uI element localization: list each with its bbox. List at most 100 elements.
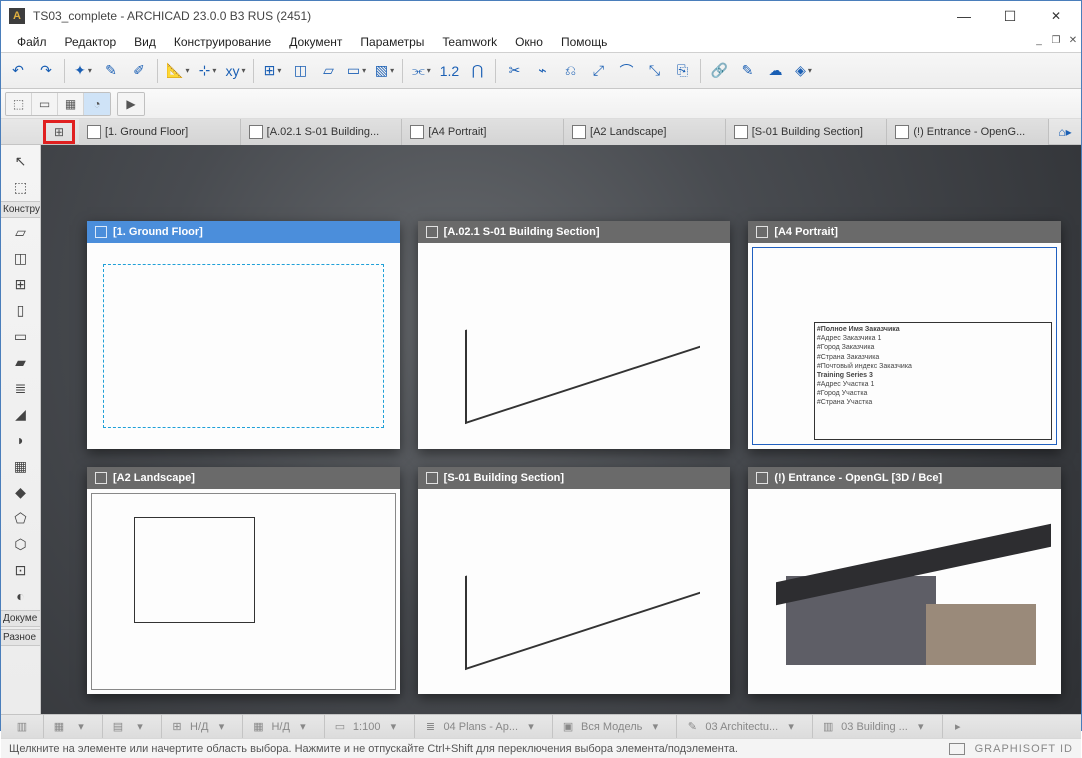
chevron-down-icon[interactable]: ▾ bbox=[212, 718, 230, 736]
penset-icon[interactable]: ✎ bbox=[683, 718, 701, 736]
tile-a2-landscape[interactable]: [A2 Landscape] bbox=[87, 467, 400, 695]
slab-tool[interactable]: ▰ bbox=[6, 350, 36, 374]
tile-a021-section[interactable]: [A.02.1 S-01 Building Section] bbox=[418, 221, 731, 449]
undo-button[interactable]: ↶ bbox=[5, 58, 31, 84]
status-icon[interactable]: ▦ bbox=[50, 718, 68, 736]
coord-button[interactable]: xy bbox=[222, 58, 248, 84]
intersect-button[interactable]: ⤢ bbox=[585, 58, 611, 84]
menu-file[interactable]: Файл bbox=[9, 33, 55, 51]
tile-ground-floor[interactable]: [1. Ground Floor] bbox=[87, 221, 400, 449]
adjust-button[interactable]: ⎌ bbox=[557, 58, 583, 84]
arrow-button[interactable]: ▶ bbox=[118, 93, 144, 115]
chevron-down-icon[interactable]: ▾ bbox=[294, 718, 312, 736]
scale-icon[interactable]: ▭ bbox=[331, 718, 349, 736]
model-icon[interactable]: ▣ bbox=[559, 718, 577, 736]
stair-tool[interactable]: ≣ bbox=[6, 376, 36, 400]
cube-button[interactable]: ◈ bbox=[790, 58, 816, 84]
tab-ground-floor[interactable]: [1. Ground Floor] bbox=[79, 119, 241, 145]
menu-view[interactable]: Вид bbox=[126, 33, 164, 51]
status-icon[interactable]: ▤ bbox=[109, 718, 127, 736]
minimize-button[interactable]: — bbox=[941, 1, 987, 31]
selmode-4-button[interactable]: ◔ bbox=[84, 93, 110, 115]
chevron-down-icon[interactable]: ▾ bbox=[72, 718, 90, 736]
guides-button[interactable]: ⊹ bbox=[194, 58, 220, 84]
dim-button[interactable]: 1.2 bbox=[436, 58, 462, 84]
tile-a4-portrait[interactable]: [A4 Portrait] #Полное Имя Заказчика #Адр… bbox=[748, 221, 1061, 449]
tab-a4-portrait[interactable]: [A4 Portrait] bbox=[402, 119, 564, 145]
fillet-button[interactable]: ⌒ bbox=[613, 58, 639, 84]
selmode-1-button[interactable]: ⬚ bbox=[6, 93, 32, 115]
link-button[interactable]: 🔗 bbox=[706, 58, 732, 84]
layer-button[interactable]: ▭ bbox=[343, 58, 369, 84]
status-icon[interactable]: ⊞ bbox=[168, 718, 186, 736]
reno-icon[interactable]: ▥ bbox=[819, 718, 837, 736]
marquee-button[interactable]: ▧ bbox=[371, 58, 397, 84]
status-icon[interactable]: ▥ bbox=[13, 718, 31, 736]
chevron-down-icon[interactable]: ▾ bbox=[384, 718, 402, 736]
tile-s01-section[interactable]: [S-01 Building Section] bbox=[418, 467, 731, 695]
syringe-button[interactable]: ✐ bbox=[126, 58, 152, 84]
tab-entrance-3d[interactable]: (!) Entrance - OpenG... bbox=[887, 119, 1049, 145]
plane-button[interactable]: ▱ bbox=[315, 58, 341, 84]
marquee-tool[interactable]: ⬚ bbox=[6, 175, 36, 199]
chevron-down-icon[interactable]: ▾ bbox=[782, 718, 800, 736]
menu-window[interactable]: Окно bbox=[507, 33, 551, 51]
chevron-right-icon[interactable]: ▸ bbox=[949, 718, 967, 736]
snap-button[interactable]: ◫ bbox=[287, 58, 313, 84]
chevron-down-icon[interactable]: ▾ bbox=[646, 718, 664, 736]
window-tool[interactable]: ⊞ bbox=[6, 272, 36, 296]
maximize-button[interactable]: ☐ bbox=[987, 1, 1033, 31]
curtain-wall-tool[interactable]: ▦ bbox=[6, 454, 36, 478]
cloud-button[interactable]: ☁ bbox=[762, 58, 788, 84]
redo-button[interactable]: ↷ bbox=[33, 58, 59, 84]
mesh-tool[interactable]: ⊡ bbox=[6, 558, 36, 582]
close-button[interactable]: ✕ bbox=[1033, 1, 1079, 31]
column-tool[interactable]: ▯ bbox=[6, 298, 36, 322]
zone-tool[interactable]: ⬡ bbox=[6, 532, 36, 556]
shell-tool[interactable]: ◗ bbox=[6, 428, 36, 452]
menu-edit[interactable]: Редактор bbox=[57, 33, 125, 51]
mdi-restore-icon[interactable]: ❐ bbox=[1049, 35, 1063, 49]
selmode-2-button[interactable]: ▭ bbox=[32, 93, 58, 115]
chevron-down-icon[interactable]: ▾ bbox=[522, 718, 540, 736]
split-button[interactable]: ⌁ bbox=[529, 58, 555, 84]
morph-tool[interactable]: ◆ bbox=[6, 480, 36, 504]
chevron-down-icon[interactable]: ▾ bbox=[131, 718, 149, 736]
tab-s01-section[interactable]: [S-01 Building Section] bbox=[726, 119, 888, 145]
chevron-down-icon[interactable]: ▾ bbox=[912, 718, 930, 736]
layers-icon[interactable]: ≣ bbox=[421, 718, 439, 736]
magnet-button[interactable]: ⋂ bbox=[464, 58, 490, 84]
beam-tool[interactable]: ▭ bbox=[6, 324, 36, 348]
tab-overview-button[interactable]: ⊞ bbox=[43, 120, 75, 144]
tab-a2-landscape[interactable]: [A2 Landscape] bbox=[564, 119, 726, 145]
graphisoft-id-link[interactable]: GRAPHISOFT ID bbox=[975, 743, 1073, 755]
pick-button[interactable]: ✦ bbox=[70, 58, 96, 84]
menu-options[interactable]: Параметры bbox=[352, 33, 432, 51]
status-icon[interactable]: ▦ bbox=[249, 718, 267, 736]
arrow-tool[interactable]: ↖ bbox=[6, 149, 36, 173]
connect-button[interactable]: ⫘ bbox=[408, 58, 434, 84]
ruler-button[interactable]: 📐 bbox=[163, 58, 192, 84]
attributes-button[interactable]: ✎ bbox=[734, 58, 760, 84]
grid-button[interactable]: ⊞ bbox=[259, 58, 285, 84]
menu-teamwork[interactable]: Teamwork bbox=[434, 33, 505, 51]
tab-section-a021[interactable]: [A.02.1 S-01 Building... bbox=[241, 119, 403, 145]
offset-button[interactable]: ⎘ bbox=[669, 58, 695, 84]
selmode-3-button[interactable]: ▦ bbox=[58, 93, 84, 115]
door-tool[interactable]: ◫ bbox=[6, 246, 36, 270]
wall-tool[interactable]: ▱ bbox=[6, 220, 36, 244]
layout-icon[interactable] bbox=[949, 743, 965, 755]
menu-design[interactable]: Конструирование bbox=[166, 33, 279, 51]
opening-tool[interactable]: ◐ bbox=[6, 584, 36, 608]
mdi-minimize-icon[interactable]: _ bbox=[1032, 35, 1046, 49]
eyedropper-button[interactable]: ✎ bbox=[98, 58, 124, 84]
tile-entrance-3d[interactable]: (!) Entrance - OpenGL [3D / Все] bbox=[748, 467, 1061, 695]
menu-document[interactable]: Документ bbox=[281, 33, 350, 51]
trim-button[interactable]: ✂ bbox=[501, 58, 527, 84]
navigator-home-button[interactable]: ⌂▸ bbox=[1049, 120, 1081, 144]
roof-tool[interactable]: ◢ bbox=[6, 402, 36, 426]
resize-button[interactable]: ⤡ bbox=[641, 58, 667, 84]
object-tool[interactable]: ⬠ bbox=[6, 506, 36, 530]
mdi-close-icon[interactable]: ✕ bbox=[1066, 35, 1080, 49]
menu-help[interactable]: Помощь bbox=[553, 33, 615, 51]
